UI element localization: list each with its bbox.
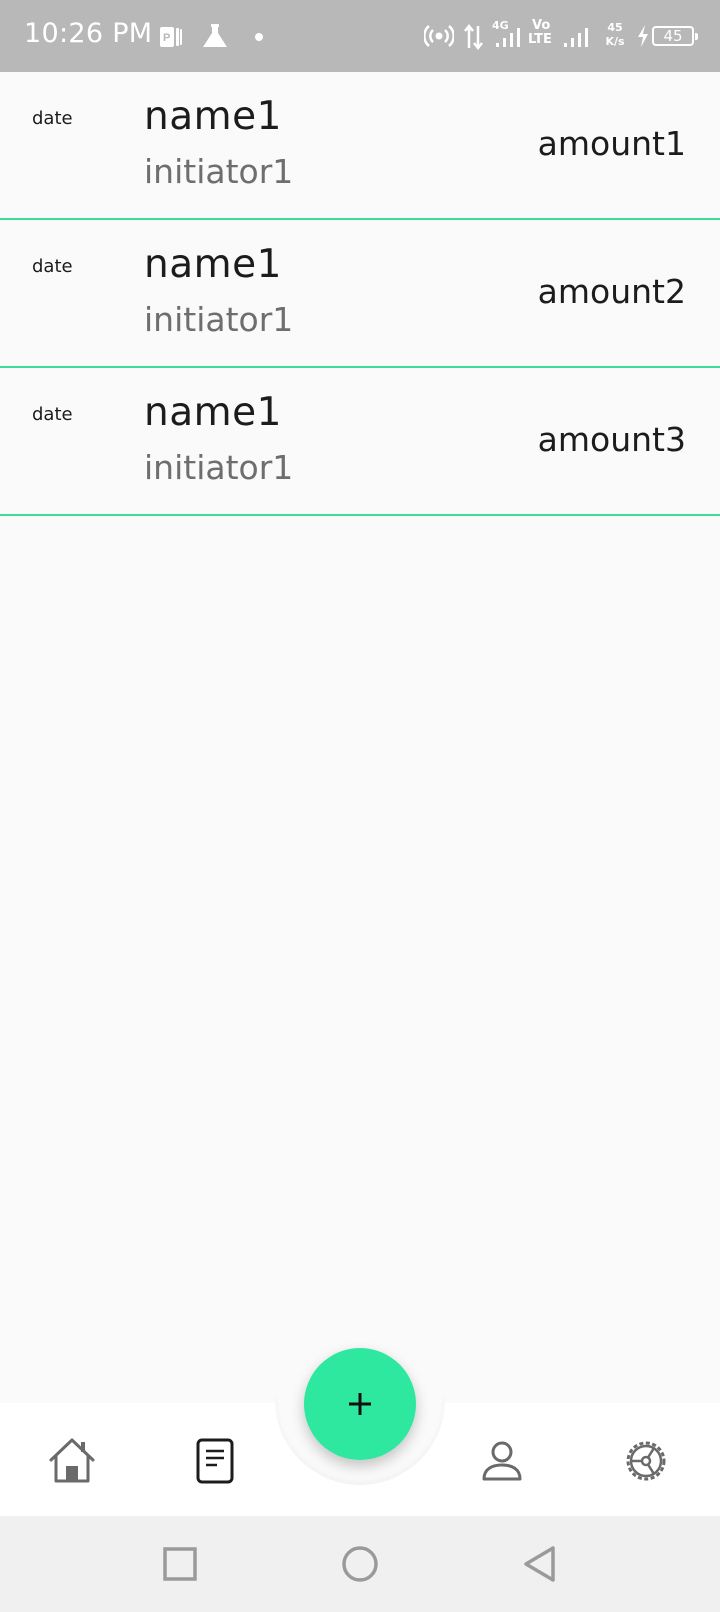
settings-icon (626, 1441, 666, 1481)
item-date: date (32, 108, 73, 129)
network-speed-value: 45 (607, 21, 623, 34)
system-navigation-bar (0, 1516, 720, 1612)
item-initiator: initiator1 (144, 300, 294, 339)
home-icon (49, 1438, 95, 1483)
item-initiator: initiator1 (144, 152, 294, 191)
list-item[interactable]: date name1 initiator1 amount3 (0, 368, 720, 516)
nav-profile[interactable] (474, 1433, 530, 1489)
item-amount: amount2 (537, 272, 686, 311)
list-item[interactable]: date name1 initiator1 amount2 (0, 220, 720, 368)
app-notification-icon: P (160, 27, 182, 47)
recent-apps-icon[interactable] (160, 1544, 200, 1584)
add-button[interactable] (304, 1348, 416, 1460)
battery-icon: 45 (652, 26, 698, 46)
signal-2-icon (564, 28, 588, 47)
document-icon (196, 1438, 234, 1484)
status-time: 10:26 PM (24, 18, 153, 49)
volte-bottom-label: LTE (528, 32, 552, 47)
list-item[interactable]: date name1 initiator1 amount1 (0, 72, 720, 220)
plus-icon (349, 1393, 371, 1415)
item-date: date (32, 404, 73, 425)
charging-icon (638, 25, 648, 47)
nav-settings[interactable] (618, 1433, 674, 1489)
nav-home[interactable] (44, 1433, 100, 1489)
person-icon (482, 1441, 522, 1481)
home-circle-icon[interactable] (340, 1544, 380, 1584)
item-initiator: initiator1 (144, 448, 294, 487)
item-name: name1 (144, 94, 282, 139)
data-transfer-icon (464, 23, 483, 51)
item-name: name1 (144, 242, 282, 287)
svg-text:P: P (163, 32, 170, 44)
item-amount: amount3 (537, 420, 686, 459)
flask-icon (203, 24, 227, 47)
notification-dot-icon (255, 33, 263, 41)
item-amount: amount1 (537, 124, 686, 163)
item-date: date (32, 256, 73, 277)
transaction-list: date name1 initiator1 amount1 date name1… (0, 72, 720, 516)
back-icon[interactable] (520, 1544, 560, 1584)
network-speed-unit: K/s (605, 35, 625, 48)
hotspot-icon (424, 25, 454, 47)
nav-transactions[interactable] (187, 1433, 243, 1489)
signal-icon (496, 28, 520, 47)
volte-top-label: Vo (532, 18, 551, 33)
status-bar: 10:26 PM P 4G Vo LTE 45 K/s 45 (0, 0, 720, 72)
item-name: name1 (144, 390, 282, 435)
